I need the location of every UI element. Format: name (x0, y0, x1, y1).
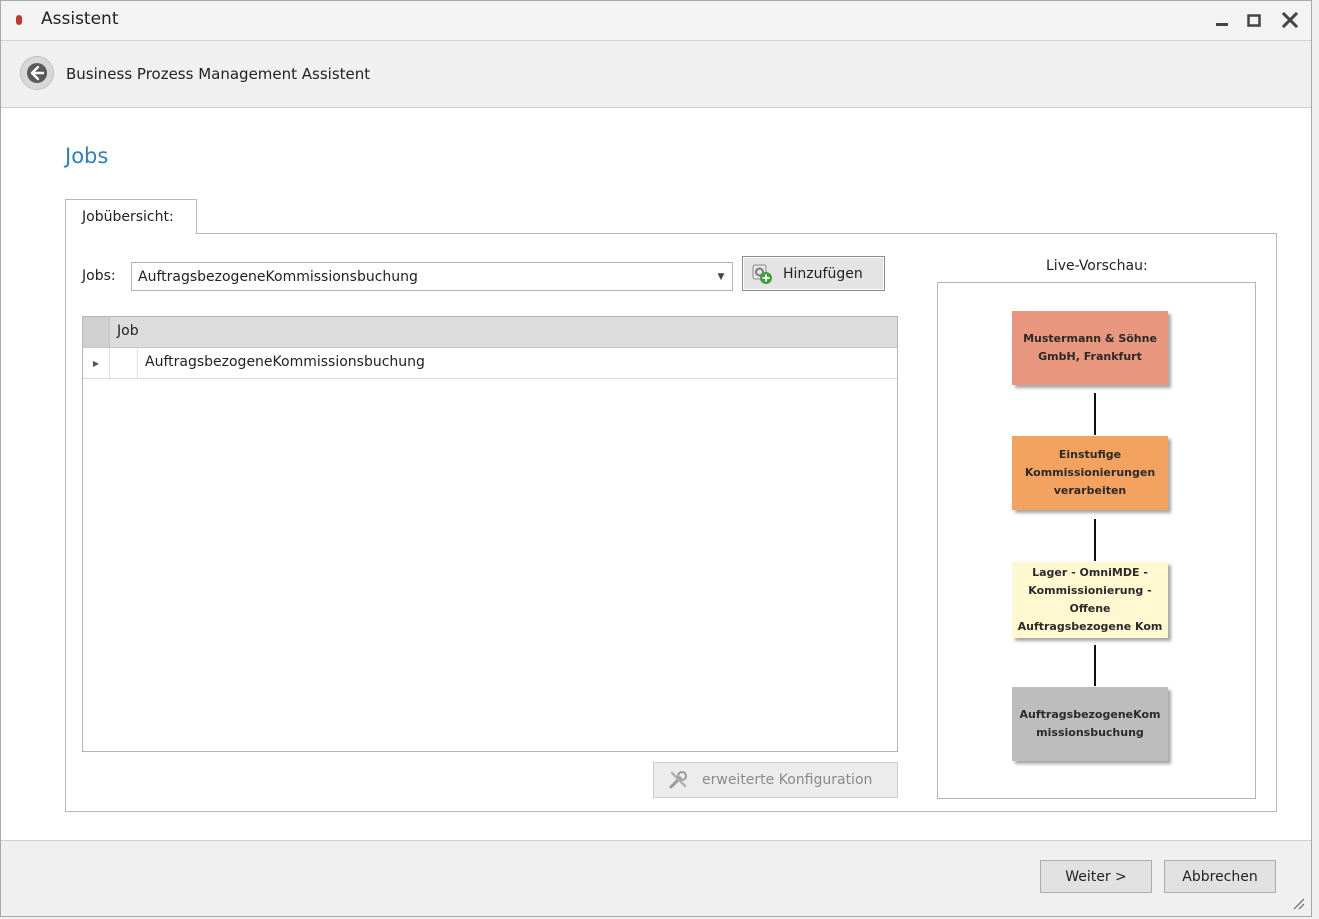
column-header-job[interactable]: Job (117, 323, 139, 339)
table-row[interactable]: ▶ AuftragsbezogeneKommissionsbuchung (83, 348, 897, 379)
wizard-content: Jobs Jobübersicht: Jobs: Auftragsbezogen… (1, 108, 1311, 840)
jobs-grid: Job ▶ AuftragsbezogeneKommissionsbuchung (82, 316, 898, 752)
flow-node-company: Mustermann & Söhne GmbH, Frankfurt (1012, 311, 1168, 385)
wizard-title: Business Prozess Management Assistent (66, 65, 371, 83)
flow-node-line: verarbeiten (1053, 484, 1127, 497)
back-button[interactable] (20, 56, 54, 90)
dropdown-arrow-icon[interactable]: ▼ (710, 263, 732, 290)
tab-panel: Jobs: AuftragsbezogeneKommissionsbuchung… (65, 233, 1277, 812)
window-title: Assistent (41, 9, 119, 29)
back-arrow-icon (27, 63, 47, 83)
live-preview-box: Mustermann & Söhne GmbH, Frankfurt Einst… (937, 282, 1256, 799)
add-button-label: Hinzufügen (783, 265, 863, 282)
jobs-dropdown-value: AuftragsbezogeneKommissionsbuchung (138, 269, 418, 285)
section-title: Jobs (65, 144, 109, 168)
flow-node-line: Kommissionierungen (1024, 466, 1156, 479)
close-button[interactable] (1277, 5, 1303, 35)
resize-grip-icon[interactable] (1291, 896, 1305, 910)
extended-config-label: erweiterte Konfiguration (702, 772, 873, 788)
app-logo-icon (16, 15, 22, 25)
flow-node-line: GmbH, Frankfurt (1038, 350, 1142, 363)
wizard-header: Business Prozess Management Assistent (1, 41, 1311, 108)
wizard-footer: Weiter > Abbrechen (1, 840, 1311, 916)
minimize-icon (1216, 23, 1228, 26)
tab-job-overview[interactable]: Jobübersicht: (65, 199, 197, 234)
flow-node-process: Einstufige Kommissionierungen verarbeite… (1012, 436, 1168, 510)
minimize-button[interactable] (1209, 5, 1235, 35)
row-gap (110, 348, 138, 378)
flow-node-line: Mustermann & Söhne (1023, 332, 1157, 345)
assistant-window: Assistent Business Prozess Management As… (0, 0, 1312, 917)
jobs-label: Jobs: (82, 268, 116, 284)
flow-connector (1094, 393, 1096, 435)
flow-connector (1094, 645, 1096, 686)
add-button[interactable]: Hinzufügen (742, 256, 885, 291)
maximize-button[interactable] (1241, 5, 1267, 35)
tab-label: Jobübersicht: (82, 209, 174, 225)
preview-label: Live-Vorschau: (1046, 258, 1148, 274)
close-icon (1282, 12, 1298, 28)
table-cell-job[interactable]: AuftragsbezogeneKommissionsbuchung (145, 354, 425, 370)
row-indicator-icon: ▶ (83, 348, 110, 378)
flow-node-job: AuftragsbezogeneKom missionsbuchung (1012, 687, 1168, 761)
jobs-dropdown[interactable]: AuftragsbezogeneKommissionsbuchung ▼ (131, 262, 733, 291)
add-job-icon (752, 264, 772, 284)
flow-node-line: Lager - OmniMDE - (1032, 566, 1148, 579)
title-bar[interactable]: Assistent (1, 1, 1311, 41)
cancel-button[interactable]: Abbrechen (1164, 860, 1276, 893)
maximize-icon (1247, 14, 1261, 27)
flow-node-storage: Lager - OmniMDE - Kommissionierung - Off… (1012, 562, 1168, 638)
flow-connector (1094, 519, 1096, 561)
flow-node-line: Kommissionierung - (1028, 584, 1152, 597)
extended-config-button[interactable]: erweiterte Konfiguration (653, 762, 898, 798)
next-button[interactable]: Weiter > (1040, 860, 1152, 893)
grid-header-indicator (83, 317, 110, 347)
flow-node-line: AuftragsbezogeneKom (1019, 708, 1161, 721)
grid-header: Job (83, 317, 897, 348)
flow-node-line: missionsbuchung (1036, 726, 1144, 739)
tools-icon (669, 771, 687, 789)
flow-node-line: Einstufige (1058, 448, 1122, 461)
flow-node-line: Offene (1069, 602, 1111, 615)
flow-node-line: Auftragsbezogene Kom (1017, 620, 1163, 633)
